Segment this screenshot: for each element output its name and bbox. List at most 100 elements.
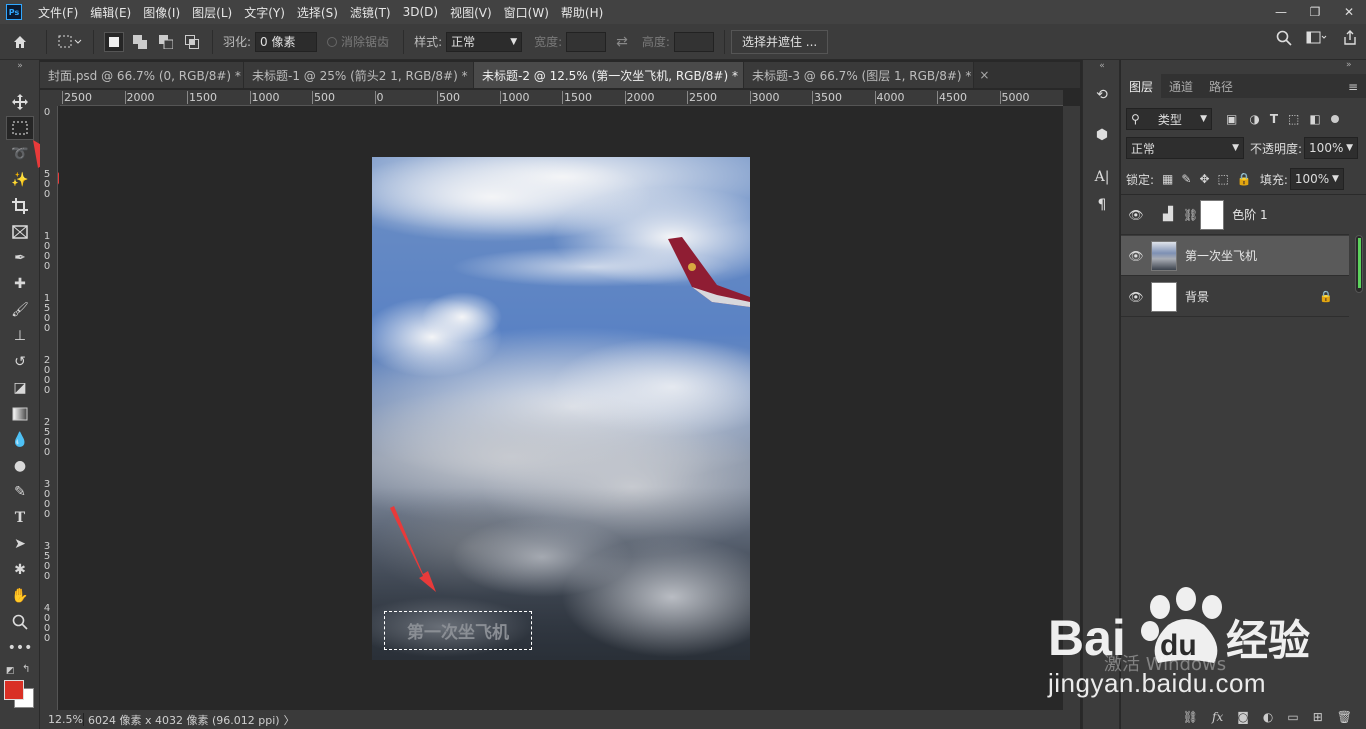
ruler-tick-label: 500 [437, 91, 460, 104]
clone-stamp-tool-icon[interactable]: ⊥ [6, 324, 34, 348]
new-layer-icon[interactable]: ⊞ [1313, 710, 1323, 724]
restore-button[interactable]: ❐ [1298, 0, 1332, 24]
width-input[interactable] [566, 31, 607, 52]
status-menu-icon[interactable]: 〉 [284, 712, 295, 728]
path-selection-tool-icon[interactable]: ➤ [6, 532, 34, 556]
swap-colors-icon[interactable]: ↰ [22, 664, 30, 675]
paragraph-panel-icon[interactable]: ¶ [1091, 194, 1113, 216]
add-mask-icon[interactable]: ◙ [1237, 710, 1249, 724]
select-and-mask-button[interactable]: 选择并遮住 ... [730, 29, 829, 54]
blend-mode-select[interactable]: 正常 ▼ [1126, 137, 1244, 159]
lock-artboard-icon[interactable]: ⬚ [1218, 172, 1229, 186]
feather-input[interactable]: 0 像素 [255, 31, 318, 52]
new-adjustment-icon[interactable]: ◐ [1263, 710, 1273, 724]
pen-tool-icon[interactable]: ✎ [6, 480, 34, 504]
hand-tool-icon[interactable]: ✋ [6, 584, 34, 608]
marquee-selection[interactable]: 第一次坐飞机 [384, 611, 532, 650]
lock-icon[interactable]: 🔒 [1319, 290, 1333, 303]
delete-layer-icon[interactable]: 🗑 [1337, 710, 1352, 724]
pixel-filter-icon[interactable]: ▣ [1226, 112, 1237, 126]
search-icon[interactable] [1276, 30, 1292, 49]
zoom-level[interactable]: 12.5% [40, 713, 84, 726]
lock-label: 锁定: [1126, 172, 1155, 187]
tab-untitled-2[interactable]: 未标题-2 @ 12.5% (第一次坐飞机, RGB/8#) *× [474, 62, 756, 88]
close-button[interactable]: ✕ [1332, 0, 1366, 24]
collapse-icon[interactable]: « [1091, 60, 1113, 72]
antialias-checkbox[interactable] [327, 36, 338, 47]
eye-icon[interactable]: 👁 [1121, 290, 1151, 304]
blur-tool-icon[interactable]: 💧 [6, 428, 34, 452]
gradient-tool-icon[interactable] [6, 402, 34, 426]
type-tool-icon[interactable]: T [6, 506, 34, 530]
panel-menu-icon[interactable]: ≡ [1340, 74, 1366, 98]
smart-object-filter-icon[interactable]: ◧ [1309, 112, 1320, 126]
style-select[interactable]: 正常 ▼ [446, 31, 523, 52]
collapse-icon[interactable]: » [1346, 60, 1352, 70]
layer-background[interactable]: 👁 背景 🔒 [1121, 277, 1349, 317]
swap-dimensions-icon[interactable]: ⇄ [616, 34, 628, 50]
menu-window[interactable]: 窗口(W) [498, 4, 555, 21]
chevron-down-icon: ▼ [510, 36, 518, 47]
fill-input[interactable]: 100% ▼ [1289, 168, 1344, 190]
share-icon[interactable] [1342, 30, 1358, 49]
history-panel-icon[interactable]: ⟲ [1091, 84, 1113, 106]
tab-layers[interactable]: 图层 [1121, 74, 1162, 98]
character-panel-icon[interactable]: A| [1091, 166, 1113, 188]
close-tab-icon[interactable]: × [979, 68, 989, 82]
eye-icon[interactable]: 👁 [1121, 249, 1151, 263]
shape-filter-icon[interactable]: ⬚ [1288, 112, 1299, 126]
lock-transparent-icon[interactable]: ▦ [1162, 172, 1173, 186]
ruler-tick-label: 2000 [43, 355, 51, 396]
history-brush-tool-icon[interactable]: ↺ [6, 350, 34, 374]
height-input[interactable] [673, 31, 714, 52]
dodge-tool-icon[interactable]: ● [6, 454, 34, 478]
lock-position-icon[interactable]: ✥ [1199, 172, 1209, 186]
3d-panel-icon[interactable]: ⬢ [1091, 124, 1113, 146]
minimize-button[interactable]: — [1264, 0, 1298, 24]
chain-link-icon[interactable]: ⛓ [1183, 208, 1198, 222]
more-tools-icon[interactable]: ••• [6, 636, 34, 660]
menu-view[interactable]: 视图(V) [444, 4, 498, 21]
filter-toggle-icon[interactable] [1330, 115, 1339, 123]
opacity-input[interactable]: 100% ▼ [1304, 137, 1359, 159]
style-label: 样式: [414, 35, 443, 49]
menu-3d[interactable]: 3D(D) [397, 5, 444, 19]
workspace-icon[interactable] [1306, 30, 1328, 49]
layers-scrollbar[interactable] [1355, 235, 1363, 293]
custom-shape-tool-icon[interactable]: ✱ [6, 558, 34, 582]
menu-type[interactable]: 文字(Y) [238, 4, 291, 21]
tab-label: 未标题-3 @ 66.7% (图层 1, RGB/8#) * [752, 68, 972, 83]
tab-untitled-3[interactable]: 未标题-3 @ 66.7% (图层 1, RGB/8#) * × [744, 62, 989, 88]
eye-icon[interactable]: 👁 [1121, 208, 1151, 222]
panel-tabs: 图层 通道 路径 ≡ [1121, 74, 1366, 98]
tab-channels[interactable]: 通道 [1161, 74, 1201, 98]
fx-icon[interactable]: fx [1212, 710, 1223, 724]
foreground-color-swatch[interactable] [4, 680, 24, 700]
layer-filter-row: ⚲ 类型 ▼ ▣ ◑ T ⬚ ◧ [1126, 108, 1361, 130]
adjustment-filter-icon[interactable]: ◑ [1249, 112, 1259, 126]
zoom-tool-icon[interactable] [6, 610, 34, 634]
new-group-icon[interactable]: ▭ [1287, 710, 1298, 724]
layer-mask-thumbnail[interactable] [1200, 199, 1225, 230]
menu-help[interactable]: 帮助(H) [555, 4, 609, 21]
ruler-tick-label: 1500 [187, 91, 217, 104]
lock-all-icon[interactable]: 🔒 [1237, 172, 1252, 186]
annotation-arrow-canvas [390, 506, 436, 592]
layer-name: 色阶 1 [1232, 208, 1268, 222]
lock-image-icon[interactable]: ✎ [1181, 172, 1191, 186]
menu-filter[interactable]: 滤镜(T) [344, 4, 397, 21]
layer-levels-1[interactable]: 👁 ▟ ⛓ 色阶 1 [1121, 195, 1349, 235]
layer-filter-select[interactable]: ⚲ 类型 ▼ [1126, 108, 1212, 130]
link-layers-icon[interactable]: ⛓ [1183, 710, 1198, 724]
default-colors-icon[interactable]: ◩ [6, 666, 15, 676]
tab-paths[interactable]: 路径 [1201, 74, 1241, 98]
vertical-ruler: 0 500 1000 1500 2000 2500 3000 3500 4000 [40, 106, 58, 710]
eraser-tool-icon[interactable]: ◪ [6, 376, 34, 400]
menu-select[interactable]: 选择(S) [291, 4, 344, 21]
chevron-down-icon: ▼ [1331, 174, 1339, 184]
ruler-tick-label: 2000 [124, 91, 155, 104]
tab-untitled-1[interactable]: 未标题-1 @ 25% (箭头2 1, RGB/8#) *× [244, 62, 486, 88]
type-filter-icon[interactable]: T [1270, 112, 1278, 126]
tab-cover-psd[interactable]: 封面.psd @ 66.7% (0, RGB/8#) *× [40, 62, 259, 88]
layer-first-flight[interactable]: 👁 第一次坐飞机 [1121, 236, 1349, 276]
